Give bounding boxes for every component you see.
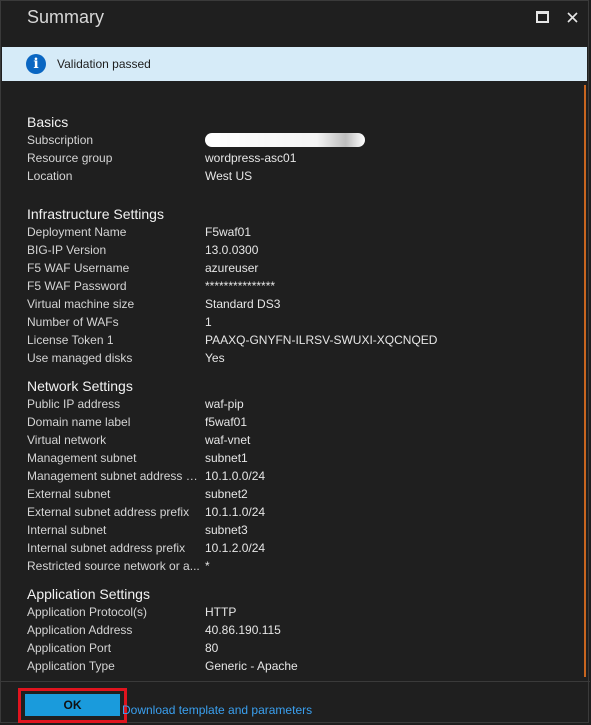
row-label: Domain name label xyxy=(27,415,131,429)
section-title-application: Application Settings xyxy=(27,586,150,602)
summary-row: Virtual network waf-vnet xyxy=(27,431,567,449)
title-bar: Summary xyxy=(1,1,588,43)
summary-row: Application Port 80 xyxy=(27,639,567,657)
row-value: Generic - Apache xyxy=(205,659,298,673)
row-label: External subnet address prefix xyxy=(27,505,190,519)
row-value: * xyxy=(205,559,210,573)
summary-row: Internal subnet subnet3 xyxy=(27,521,567,539)
row-label: Virtual network xyxy=(27,433,107,447)
row-value: waf-vnet xyxy=(205,433,251,447)
application-section: Application Settings Application Protoco… xyxy=(27,585,567,675)
row-label: F5 WAF Username xyxy=(27,261,130,275)
row-value: HTTP xyxy=(205,605,237,619)
summary-row: Management subnet address p... 10.1.0.0/2… xyxy=(27,467,567,485)
summary-row: Use managed disks Yes xyxy=(27,349,567,367)
row-label: Virtual machine size xyxy=(27,297,135,311)
summary-row: Subscription xyxy=(27,131,567,149)
row-label: Deployment Name xyxy=(27,225,127,239)
network-section: Network Settings Public IP address waf-pi… xyxy=(27,377,567,575)
row-value: PAAXQ-GNYFN-ILRSV-SWUXI-XQCNQED xyxy=(205,333,438,347)
summary-row: Number of WAFs 1 xyxy=(27,313,567,331)
summary-row: F5 WAF Password *************** xyxy=(27,277,567,295)
summary-row: Domain name label f5waf01 xyxy=(27,413,567,431)
row-value: 40.86.190.115 xyxy=(205,623,281,637)
row-value: 13.0.0300 xyxy=(205,243,259,257)
summary-blade: Summary i Validation passed Basics Subsc… xyxy=(0,0,590,725)
summary-row: Application Type Generic - Apache xyxy=(27,657,567,675)
row-value: 10.1.0.0/24 xyxy=(205,469,266,483)
row-label: Application Type xyxy=(27,659,115,673)
blade-footer: OK Download template and parameters xyxy=(1,681,590,725)
summary-row: Restricted source network or a... * xyxy=(27,557,567,575)
row-label: Public IP address xyxy=(27,397,121,411)
row-value-subscription xyxy=(205,131,365,149)
row-label: Use managed disks xyxy=(27,351,133,365)
maximize-icon xyxy=(535,11,549,23)
summary-row: License Token 1 PAAXQ-GNYFN-ILRSV-SWUXI-X… xyxy=(27,331,567,349)
summary-row: F5 WAF Username azureuser xyxy=(27,259,567,277)
row-value: subnet3 xyxy=(205,523,248,537)
row-label: F5 WAF Password xyxy=(27,279,127,293)
summary-row: Deployment Name F5waf01 xyxy=(27,223,567,241)
summary-row: Management subnet subnet1 xyxy=(27,449,567,467)
row-label: Internal subnet xyxy=(27,523,107,537)
row-value: 1 xyxy=(205,315,212,329)
row-value: F5waf01 xyxy=(205,225,252,239)
row-value: 10.1.1.0/24 xyxy=(205,505,266,519)
row-value: subnet1 xyxy=(205,451,248,465)
row-value: azureuser xyxy=(205,261,259,275)
summary-row: Resource group wordpress-asc01 xyxy=(27,149,567,167)
validation-banner: i Validation passed xyxy=(2,47,587,81)
row-label: Application Protocol(s) xyxy=(27,605,148,619)
basics-section: Basics Subscription Resource group wordp… xyxy=(27,113,567,185)
close-button[interactable] xyxy=(562,7,582,27)
row-value: wordpress-asc01 xyxy=(205,151,297,165)
summary-row: Application Protocol(s) HTTP xyxy=(27,603,567,621)
row-value: *************** xyxy=(205,279,276,293)
row-label: Internal subnet address prefix xyxy=(27,541,186,555)
summary-row: External subnet address prefix 10.1.1.0/2… xyxy=(27,503,567,521)
info-icon: i xyxy=(26,54,46,74)
row-label: Subscription xyxy=(27,133,94,147)
summary-row: Internal subnet address prefix 10.1.2.0/2… xyxy=(27,539,567,557)
row-label: License Token 1 xyxy=(27,333,114,347)
summary-row: Public IP address waf-pip xyxy=(27,395,567,413)
row-label: Number of WAFs xyxy=(27,315,119,329)
validation-status-text: Validation passed xyxy=(57,57,151,71)
row-label: BIG-IP Version xyxy=(27,243,107,257)
row-value: f5waf01 xyxy=(205,415,248,429)
redacted-subscription xyxy=(205,133,365,147)
row-value: 80 xyxy=(205,641,219,655)
infrastructure-section: Infrastructure Settings Deployment Name F… xyxy=(27,205,567,367)
blade-title: Summary xyxy=(27,7,105,27)
scrollbar[interactable] xyxy=(584,85,586,677)
summary-content[interactable]: Basics Subscription Resource group wordp… xyxy=(1,82,581,680)
row-label: External subnet xyxy=(27,487,111,501)
row-value: West US xyxy=(205,169,253,183)
summary-row: Application Address 40.86.190.115 xyxy=(27,621,567,639)
row-value: waf-pip xyxy=(205,397,244,411)
row-label: Management subnet address p... xyxy=(27,469,201,483)
row-label: Management subnet xyxy=(27,451,137,465)
section-title-network: Network Settings xyxy=(27,378,133,394)
section-title-infrastructure: Infrastructure Settings xyxy=(27,206,164,222)
row-label: Location xyxy=(27,169,73,183)
summary-row: External subnet subnet2 xyxy=(27,485,567,503)
row-value: 10.1.2.0/24 xyxy=(205,541,266,555)
summary-row: Location West US xyxy=(27,167,567,185)
row-label: Application Port xyxy=(27,641,112,655)
download-template-link[interactable]: Download template and parameters xyxy=(122,703,312,717)
maximize-button[interactable] xyxy=(532,7,552,27)
row-value: Standard DS3 xyxy=(205,297,281,311)
summary-row: Virtual machine size Standard DS3 xyxy=(27,295,567,313)
row-value: Yes xyxy=(205,351,225,365)
row-value: subnet2 xyxy=(205,487,248,501)
row-label: Application Address xyxy=(27,623,133,637)
ok-button[interactable]: OK xyxy=(25,694,120,716)
section-title-basics: Basics xyxy=(27,114,69,130)
row-label: Restricted source network or a... xyxy=(27,559,200,573)
summary-row: BIG-IP Version 13.0.0300 xyxy=(27,241,567,259)
close-icon xyxy=(566,11,578,23)
row-label: Resource group xyxy=(27,151,113,165)
